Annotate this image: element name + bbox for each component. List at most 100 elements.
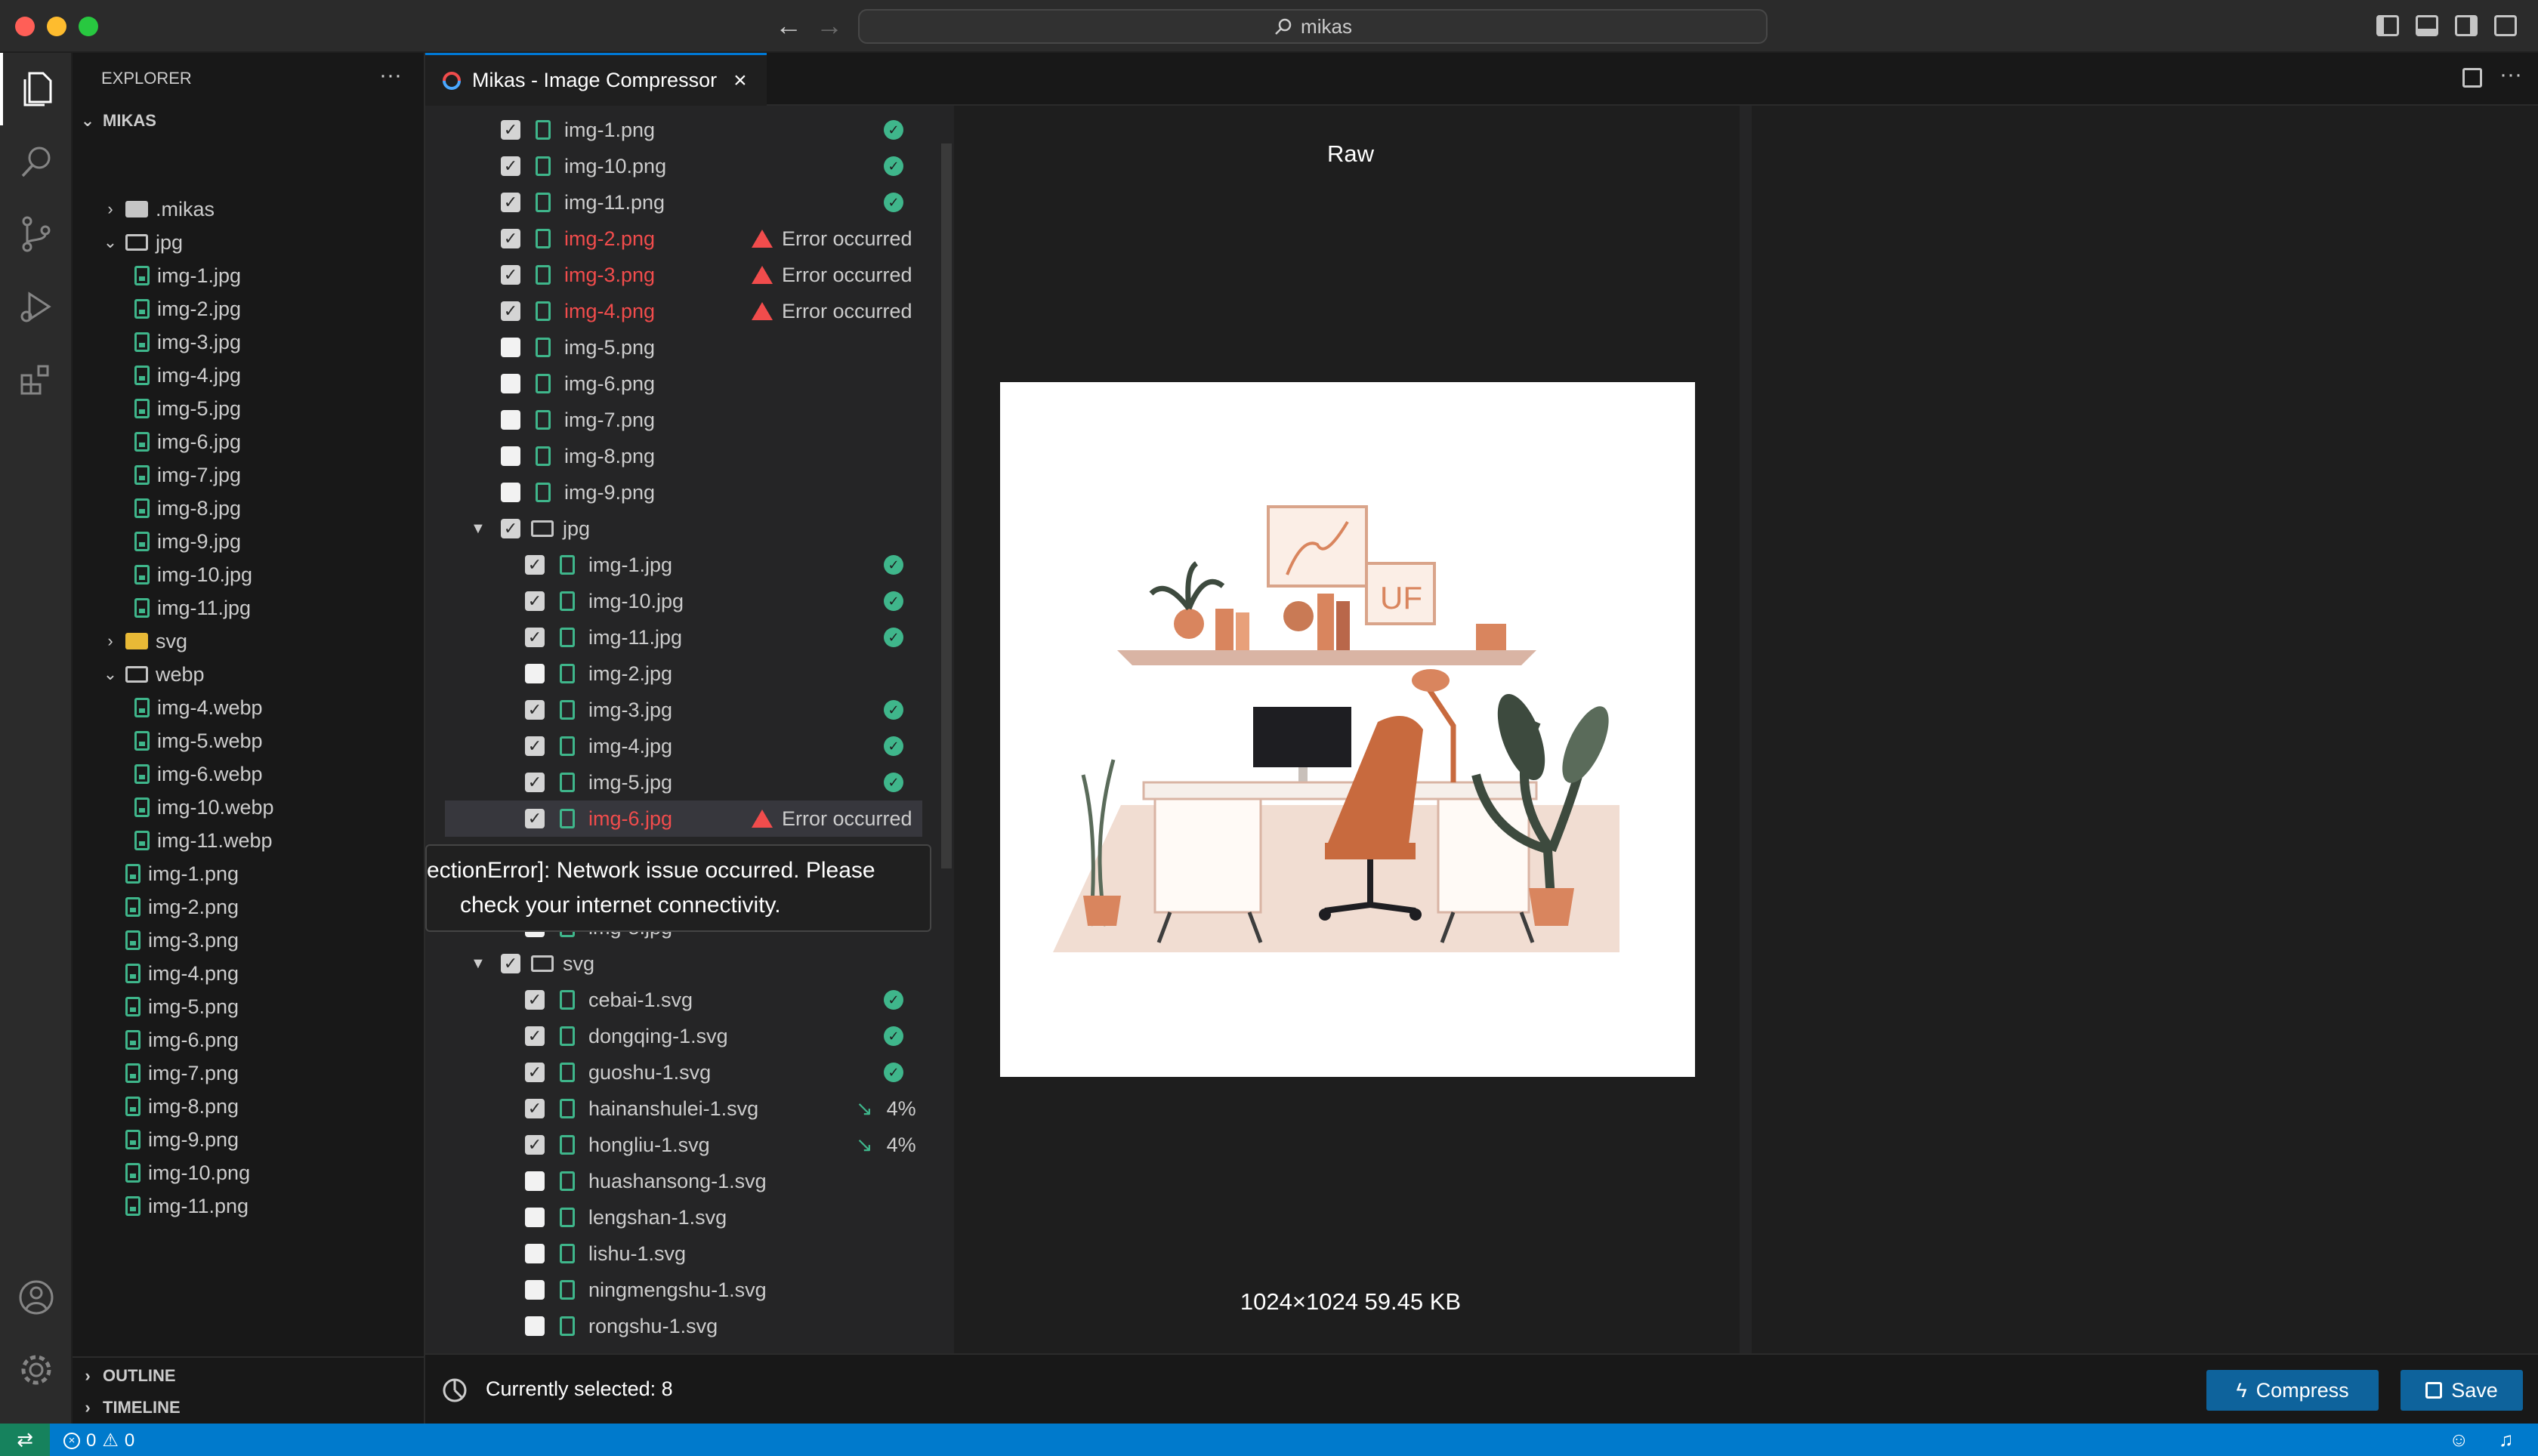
explorer-file-item[interactable]: img-9.jpg xyxy=(134,525,241,558)
item-checkbox[interactable]: ✓ xyxy=(525,591,545,611)
list-file-row[interactable]: ✓ img-11.png ✓ xyxy=(425,184,954,221)
list-file-row[interactable]: img-6.png xyxy=(425,366,954,402)
item-checkbox[interactable]: ✓ xyxy=(525,773,545,792)
list-file-row[interactable]: ✓ img-3.png Error occurred xyxy=(425,257,954,293)
explorer-file-item[interactable]: img-4.jpg xyxy=(134,359,241,392)
explorer-folder-item[interactable]: › .mikas xyxy=(103,193,215,226)
list-file-row[interactable]: ✓ img-5.jpg ✓ xyxy=(425,764,954,800)
item-checkbox[interactable]: ✓ xyxy=(501,519,520,538)
save-button[interactable]: Save xyxy=(2401,1370,2523,1411)
toggle-sidebar-icon[interactable] xyxy=(2376,15,2399,36)
chevron-down-icon[interactable]: ▼ xyxy=(471,955,486,973)
item-checkbox[interactable]: ✓ xyxy=(525,1099,545,1118)
search-activity-icon[interactable] xyxy=(0,125,73,198)
explorer-file-item[interactable]: img-2.png xyxy=(125,890,239,924)
minimize-window-button[interactable] xyxy=(47,17,66,36)
outline-section[interactable]: › OUTLINE xyxy=(80,1359,175,1393)
explorer-file-item[interactable]: img-3.png xyxy=(125,924,239,957)
item-checkbox[interactable]: ✓ xyxy=(525,700,545,720)
explorer-file-item[interactable]: img-1.jpg xyxy=(134,259,241,292)
settings-gear-icon[interactable] xyxy=(0,1334,73,1406)
account-icon[interactable] xyxy=(0,1261,73,1334)
item-checkbox[interactable]: ✓ xyxy=(501,156,520,176)
list-file-row[interactable]: ✓ cebai-1.svg ✓ xyxy=(425,982,954,1018)
toggle-panel-icon[interactable] xyxy=(2416,15,2438,36)
close-window-button[interactable] xyxy=(15,17,35,36)
workspace-root[interactable]: ⌄ MIKAS xyxy=(80,104,156,137)
explorer-file-item[interactable]: img-8.png xyxy=(125,1090,239,1123)
extensions-icon[interactable] xyxy=(0,343,73,415)
explorer-file-item[interactable]: img-5.png xyxy=(125,990,239,1023)
problems-indicator[interactable]: × 0 ⚠ 0 xyxy=(63,1430,134,1451)
item-checkbox[interactable]: ✓ xyxy=(525,736,545,756)
list-file-row[interactable]: ✓ guoshu-1.svg ✓ xyxy=(425,1054,954,1090)
list-file-row[interactable]: ningmengshu-1.svg xyxy=(425,1272,954,1308)
explorer-file-item[interactable]: img-6.webp xyxy=(134,757,263,791)
list-file-row[interactable]: ✓ img-4.jpg ✓ xyxy=(425,728,954,764)
explorer-file-item[interactable]: img-11.webp xyxy=(134,824,273,857)
run-debug-icon[interactable] xyxy=(0,270,73,343)
item-checkbox[interactable]: ✓ xyxy=(525,1026,545,1046)
compress-button[interactable]: ϟ Compress xyxy=(2206,1370,2379,1411)
tab-image-compressor[interactable]: Mikas - Image Compressor × xyxy=(425,53,767,106)
explorer-file-item[interactable]: img-8.jpg xyxy=(134,492,241,525)
item-checkbox[interactable] xyxy=(525,1171,545,1191)
list-file-row[interactable]: ✓ img-4.png Error occurred xyxy=(425,293,954,329)
explorer-file-item[interactable]: img-10.webp xyxy=(134,791,274,824)
item-checkbox[interactable]: ✓ xyxy=(501,229,520,248)
item-checkbox[interactable] xyxy=(501,374,520,393)
close-tab-icon[interactable]: × xyxy=(733,68,747,94)
list-file-row[interactable]: ✓ img-1.png ✓ xyxy=(425,112,954,148)
item-checkbox[interactable]: ✓ xyxy=(501,301,520,321)
explorer-folder-item[interactable]: ⌄ webp xyxy=(103,658,205,691)
item-checkbox[interactable]: ✓ xyxy=(525,1135,545,1155)
item-checkbox[interactable] xyxy=(501,446,520,466)
list-folder-row[interactable]: ▼ ✓ svg xyxy=(425,945,954,982)
list-file-row[interactable]: lishu-1.svg xyxy=(425,1235,954,1272)
item-checkbox[interactable]: ✓ xyxy=(525,628,545,647)
item-checkbox[interactable] xyxy=(501,410,520,430)
list-file-row[interactable]: ✓ img-6.jpg Error occurred xyxy=(445,800,922,837)
split-editor-icon[interactable] xyxy=(2462,68,2482,88)
explorer-folder-item[interactable]: › svg xyxy=(103,625,187,658)
explorer-file-item[interactable]: img-10.png xyxy=(125,1156,250,1189)
explorer-file-item[interactable]: img-4.webp xyxy=(134,691,263,724)
item-checkbox[interactable]: ✓ xyxy=(501,954,520,973)
source-control-icon[interactable] xyxy=(0,198,73,270)
item-checkbox[interactable] xyxy=(525,1280,545,1300)
explorer-file-item[interactable]: img-11.png xyxy=(125,1189,249,1223)
list-file-row[interactable]: img-2.jpg xyxy=(425,656,954,692)
list-file-row[interactable]: ✓ img-10.jpg ✓ xyxy=(425,583,954,619)
item-checkbox[interactable]: ✓ xyxy=(501,193,520,212)
timeline-section[interactable]: › TIMELINE xyxy=(80,1391,180,1424)
explorer-file-item[interactable]: img-9.png xyxy=(125,1123,239,1156)
list-file-row[interactable]: ✓ img-11.jpg ✓ xyxy=(425,619,954,656)
item-checkbox[interactable]: ✓ xyxy=(525,555,545,575)
item-checkbox[interactable]: ✓ xyxy=(525,990,545,1010)
explorer-file-item[interactable]: img-5.jpg xyxy=(134,392,241,425)
list-file-row[interactable]: ✓ img-10.png ✓ xyxy=(425,148,954,184)
item-checkbox[interactable]: ✓ xyxy=(501,265,520,285)
command-search-box[interactable]: mikas xyxy=(858,9,1768,44)
pane-splitter[interactable] xyxy=(1740,106,1752,1353)
list-file-row[interactable]: img-7.png xyxy=(425,402,954,438)
item-checkbox[interactable] xyxy=(525,1208,545,1227)
back-arrow-icon[interactable]: ← xyxy=(775,11,802,41)
editor-more-actions-icon[interactable]: ··· xyxy=(2499,62,2522,88)
list-file-row[interactable]: img-8.png xyxy=(425,438,954,474)
item-checkbox[interactable]: ✓ xyxy=(525,809,545,828)
customize-layout-icon[interactable] xyxy=(2494,15,2517,36)
explorer-folder-item[interactable]: ⌄ jpg xyxy=(103,226,183,259)
item-checkbox[interactable] xyxy=(525,1244,545,1263)
list-folder-row[interactable]: ▼ ✓ jpg xyxy=(425,511,954,547)
item-checkbox[interactable] xyxy=(525,664,545,683)
explorer-file-item[interactable]: img-4.png xyxy=(125,957,239,990)
explorer-file-item[interactable]: img-6.png xyxy=(125,1023,239,1057)
list-scrollbar[interactable] xyxy=(941,143,952,868)
item-checkbox[interactable]: ✓ xyxy=(501,120,520,140)
list-file-row[interactable]: ✓ img-3.jpg ✓ xyxy=(425,692,954,728)
explorer-file-item[interactable]: img-7.jpg xyxy=(134,458,241,492)
explorer-file-item[interactable]: img-10.jpg xyxy=(134,558,252,591)
item-checkbox[interactable] xyxy=(501,483,520,502)
list-file-row[interactable]: ✓ hongliu-1.svg ↘ 4% xyxy=(425,1127,954,1163)
